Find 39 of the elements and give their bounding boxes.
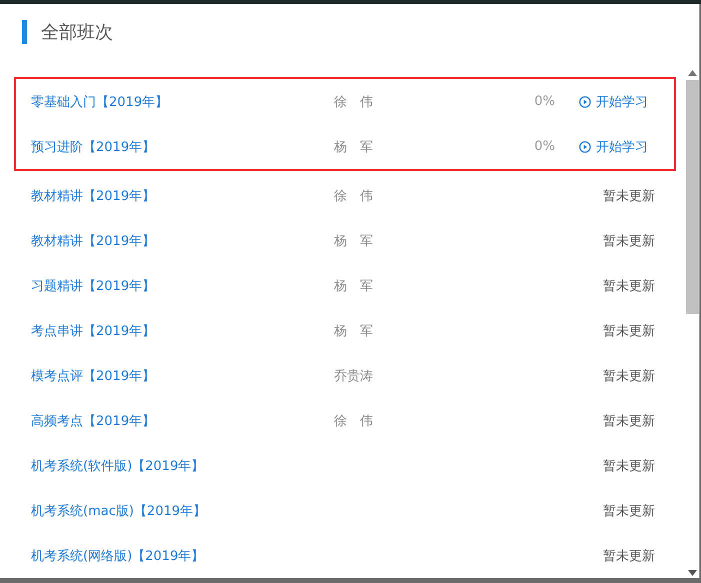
teacher-name: 杨 军 [334,278,374,294]
play-icon [579,140,591,152]
scrollbar-thumb[interactable] [686,80,699,314]
class-name[interactable]: 高频考点【2019年】 [31,412,334,430]
status-text: 暂未更新 [603,458,655,474]
class-name[interactable]: 教材精讲【2019年】 [31,186,334,204]
status-text: 暂未更新 [603,322,655,340]
class-name[interactable]: 教材精讲【2019年】 [31,232,334,250]
status-text: 暂未更新 [603,502,655,520]
status-text: 暂未更新 [603,188,655,204]
scroll-up-icon[interactable] [688,70,697,76]
status-text: 暂未更新 [603,412,655,430]
teacher-name: 徐 伟 [334,94,374,110]
status-text: 暂未更新 [603,368,655,384]
title-accent-bar [22,20,27,44]
status-text: 暂未更新 [603,278,655,294]
class-name[interactable]: 预习进阶【2019年】 [31,138,334,156]
start-learning-link[interactable]: 开始学习 [579,92,655,110]
status-text: 暂未更新 [603,548,655,564]
teacher-name: 杨 军 [334,322,374,340]
class-name[interactable]: 考点串讲【2019年】 [31,322,334,340]
class-name[interactable]: 机考系统(网络版)【2019年】 [31,546,334,564]
teacher-name: 乔贵涛 [334,368,374,384]
teacher-name: 徐 伟 [334,188,374,204]
class-name[interactable]: 机考系统(软件版)【2019年】 [31,456,334,474]
progress-percent: 0% [533,94,555,109]
play-icon [579,96,591,108]
teacher-name: 徐 伟 [334,412,374,430]
dialog-title: 全部班次 [41,21,113,44]
class-name[interactable]: 习题精讲【2019年】 [31,276,334,294]
class-name[interactable]: 零基础入门【2019年】 [31,92,334,110]
teacher-name: 杨 军 [334,138,374,156]
progress-percent: 0% [533,139,555,154]
class-name[interactable]: 模考点评【2019年】 [31,366,334,384]
teacher-name: 杨 军 [334,232,374,250]
start-learning-link[interactable]: 开始学习 [579,138,655,156]
status-text: 暂未更新 [603,232,655,250]
scroll-down-icon[interactable] [688,570,697,576]
class-name[interactable]: 机考系统(mac版)【2019年】 [31,502,334,520]
